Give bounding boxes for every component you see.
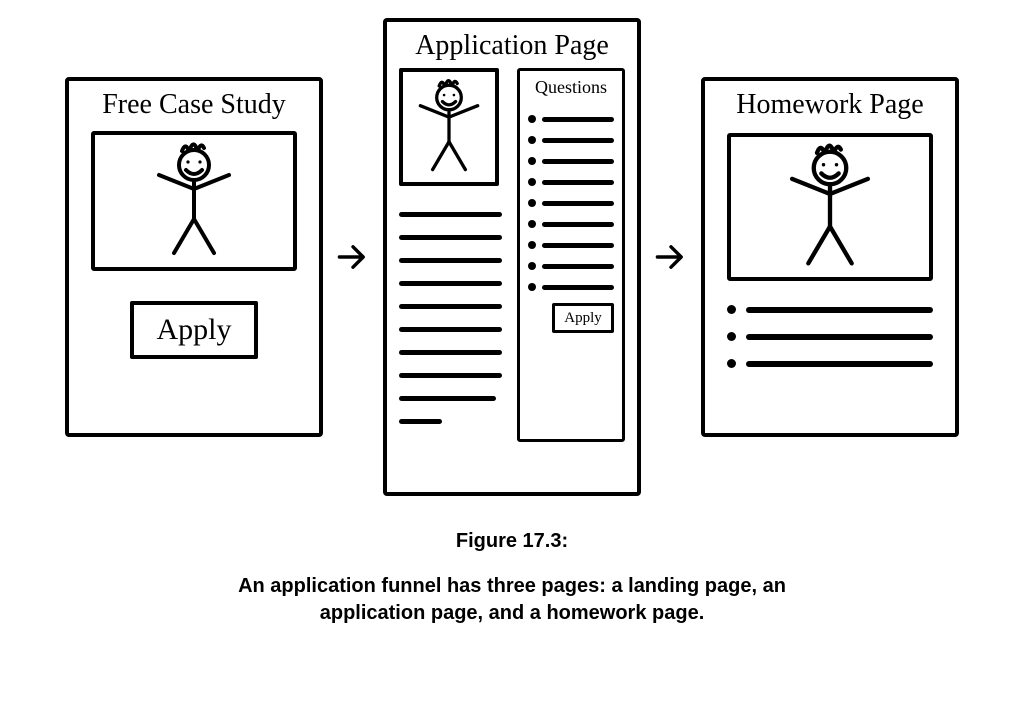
bullet-icon xyxy=(528,199,536,207)
question-row xyxy=(528,178,614,186)
video-placeholder xyxy=(91,131,297,271)
question-row xyxy=(528,220,614,228)
question-line xyxy=(542,159,614,164)
question-row xyxy=(528,262,614,270)
bullet-icon xyxy=(528,241,536,249)
apply-button[interactable]: Apply xyxy=(130,301,258,359)
question-row xyxy=(528,115,614,123)
questions-heading: Questions xyxy=(528,77,614,98)
text-line xyxy=(399,327,502,332)
figure-label: Figure 17.3: xyxy=(28,530,996,553)
video-thumbnail xyxy=(399,68,499,186)
question-line xyxy=(542,243,614,248)
bullet-row xyxy=(727,332,933,341)
question-line xyxy=(542,180,614,185)
diagram-stage: Free Case Study Apply Application Page xyxy=(0,0,1024,627)
homework-bullets xyxy=(727,305,933,368)
application-body: Questions Apply xyxy=(387,60,637,454)
question-row xyxy=(528,199,614,207)
bullet-icon xyxy=(528,178,536,186)
text-line xyxy=(399,212,502,217)
bullet-icon xyxy=(528,136,536,144)
bullet-row xyxy=(727,305,933,314)
question-line xyxy=(542,285,614,290)
question-line xyxy=(542,222,614,227)
panel-application: Application Page xyxy=(383,18,641,496)
application-left-column xyxy=(399,68,507,442)
question-row xyxy=(528,157,614,165)
text-line xyxy=(399,235,502,240)
text-line xyxy=(399,304,502,309)
bullet-icon xyxy=(528,262,536,270)
text-line xyxy=(399,281,502,286)
panel-title-case-study: Free Case Study xyxy=(69,81,319,119)
figure-description: An application funnel has three pages: a… xyxy=(192,573,832,627)
text-line xyxy=(399,258,502,263)
bullet-icon xyxy=(528,220,536,228)
question-row xyxy=(528,136,614,144)
question-row xyxy=(528,283,614,291)
panels-row: Free Case Study Apply Application Page xyxy=(28,18,996,496)
text-line xyxy=(399,419,442,424)
video-placeholder xyxy=(727,133,933,281)
question-line xyxy=(542,138,614,143)
question-line xyxy=(542,201,614,206)
panel-case-study: Free Case Study Apply xyxy=(65,77,323,437)
stick-figure-icon xyxy=(408,77,490,177)
panel-homework: Homework Page xyxy=(701,77,959,437)
bullet-icon xyxy=(528,157,536,165)
text-line xyxy=(399,373,502,378)
bullet-icon xyxy=(528,283,536,291)
text-line xyxy=(399,350,502,355)
bullet-icon xyxy=(727,332,736,341)
bullet-line xyxy=(746,307,933,313)
question-row xyxy=(528,241,614,249)
stick-figure-icon xyxy=(765,142,895,272)
bullet-icon xyxy=(727,305,736,314)
figure-caption: Figure 17.3: An application funnel has t… xyxy=(28,530,996,627)
arrow-right-icon xyxy=(651,240,691,274)
text-line xyxy=(399,396,496,401)
stick-figure-icon xyxy=(134,141,254,261)
bullet-line xyxy=(746,334,933,340)
bullet-icon xyxy=(727,359,736,368)
panel-title-homework: Homework Page xyxy=(705,81,955,119)
panel-title-application: Application Page xyxy=(387,22,637,60)
bullet-row xyxy=(727,359,933,368)
bullet-line xyxy=(746,361,933,367)
question-line xyxy=(542,117,614,122)
arrow-right-icon xyxy=(333,240,373,274)
questions-card: Questions Apply xyxy=(517,68,625,442)
question-line xyxy=(542,264,614,269)
apply-button[interactable]: Apply xyxy=(552,303,614,333)
bullet-icon xyxy=(528,115,536,123)
